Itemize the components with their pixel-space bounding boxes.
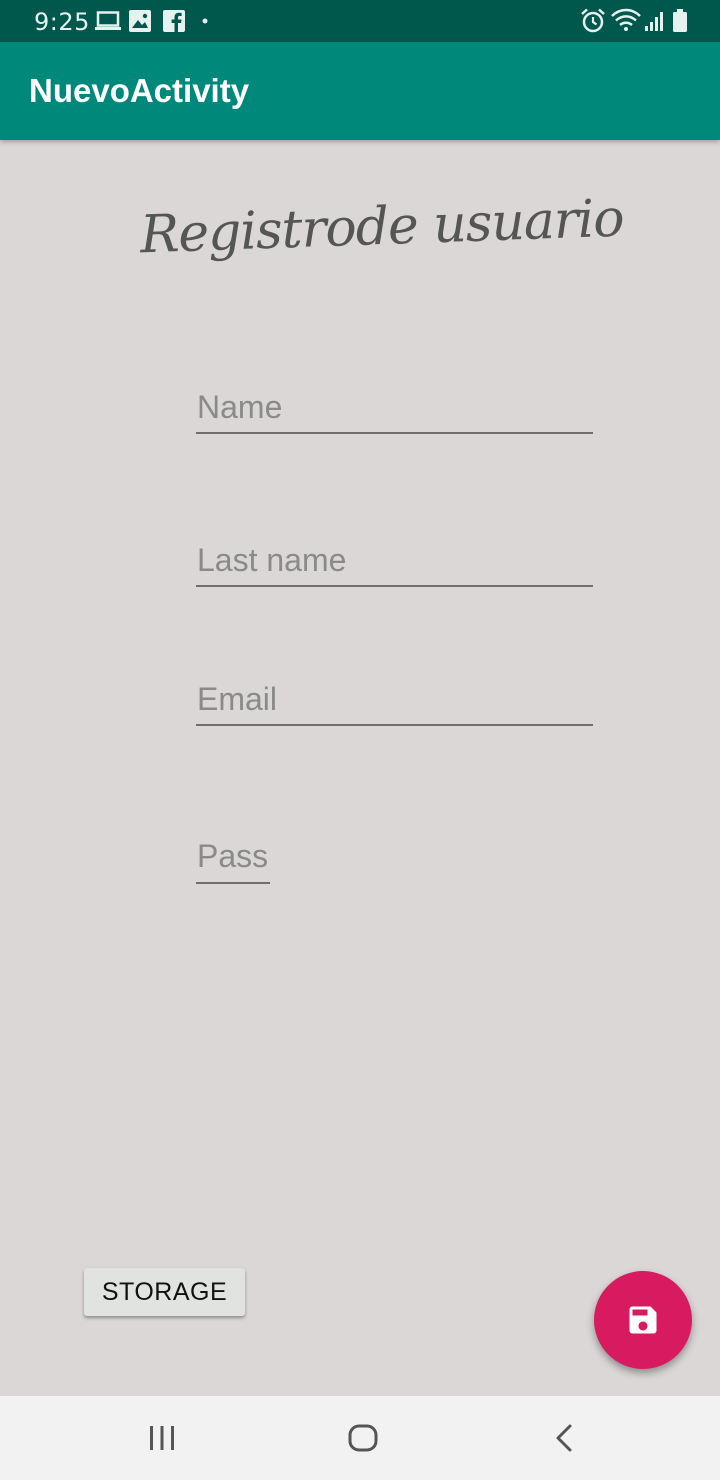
facebook-icon bbox=[163, 10, 185, 32]
dot-icon bbox=[202, 18, 208, 24]
wifi-icon bbox=[611, 8, 641, 31]
name-input[interactable] bbox=[196, 380, 593, 434]
recents-icon[interactable] bbox=[146, 1425, 178, 1451]
status-bar: 9:25 bbox=[0, 0, 720, 42]
save-fab-button[interactable] bbox=[594, 1271, 692, 1369]
navigation-bar bbox=[0, 1396, 720, 1480]
pass-underline bbox=[196, 882, 270, 884]
email-field[interactable] bbox=[196, 672, 593, 726]
save-icon bbox=[629, 1306, 657, 1334]
app-bar: NuevoActivity bbox=[0, 42, 720, 140]
email-input[interactable] bbox=[196, 672, 593, 726]
home-icon[interactable] bbox=[347, 1423, 379, 1453]
form-title: Registrode usuario bbox=[139, 188, 625, 266]
last-name-input[interactable] bbox=[196, 533, 593, 587]
name-underline bbox=[196, 432, 593, 434]
storage-button[interactable]: STORAGE bbox=[84, 1268, 245, 1316]
email-underline bbox=[196, 724, 593, 726]
last-name-field[interactable] bbox=[196, 533, 593, 587]
last-name-underline bbox=[196, 585, 593, 587]
app-title: NuevoActivity bbox=[29, 72, 250, 109]
signal-icon bbox=[645, 12, 663, 31]
battery-icon bbox=[673, 9, 687, 32]
laptop-icon bbox=[95, 11, 121, 30]
name-field[interactable] bbox=[196, 380, 593, 434]
pass-input[interactable] bbox=[196, 828, 271, 884]
status-time: 9:25 bbox=[34, 8, 90, 36]
image-icon bbox=[129, 10, 151, 32]
pass-field[interactable] bbox=[196, 828, 271, 884]
back-icon[interactable] bbox=[552, 1423, 576, 1453]
alarm-icon bbox=[581, 8, 605, 33]
